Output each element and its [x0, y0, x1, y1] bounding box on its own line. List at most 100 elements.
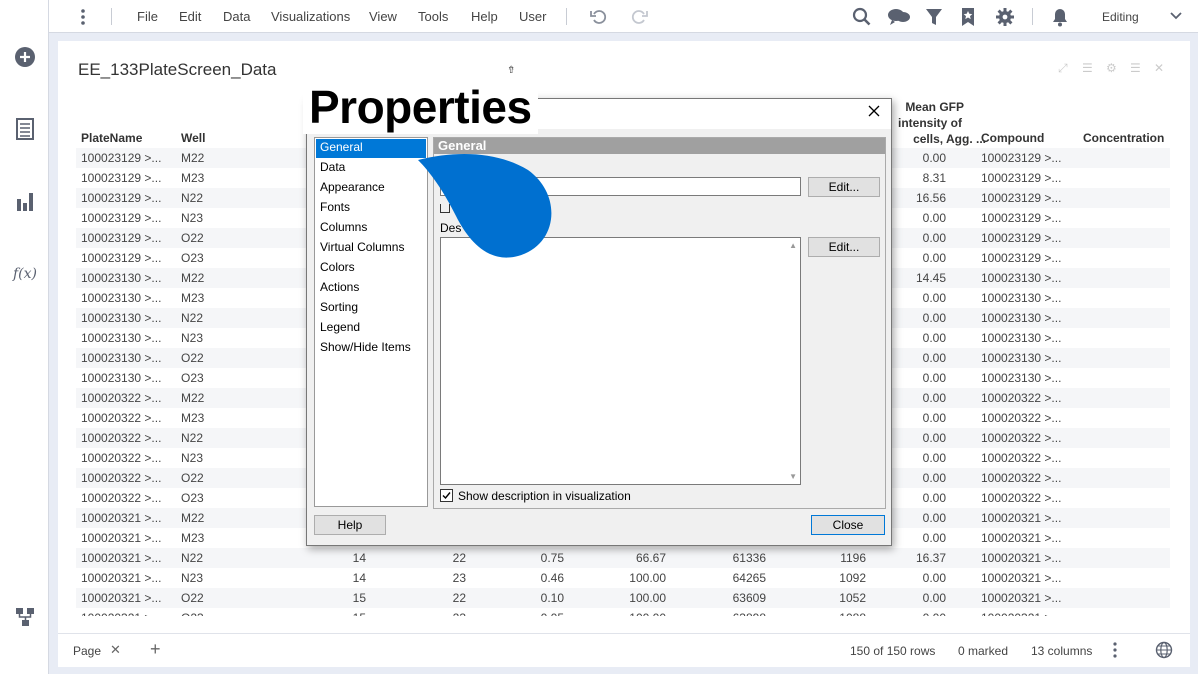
close-tab-icon[interactable]: ✕ [110, 642, 121, 658]
close-button[interactable]: Close [811, 515, 885, 535]
table-cell-c8: 1196 [840, 551, 866, 565]
bar-chart-icon[interactable] [12, 188, 38, 214]
nav-item-colors[interactable]: Colors [316, 259, 426, 278]
redo-icon[interactable] [629, 7, 649, 27]
scroll-up-icon[interactable]: ▲ [789, 241, 797, 250]
table-row[interactable]: 100020321 >... N22 14 22 0.75 66.67 61336 1196 1… [76, 548, 1170, 568]
table-cell-well: O23 [181, 371, 204, 385]
menu-tools[interactable]: Tools [418, 9, 448, 24]
details-icon[interactable]: ☰ [1082, 61, 1093, 75]
table-cell-compound: 100023129 >... [981, 171, 1062, 185]
table-cell-compound: 100023130 >... [981, 311, 1062, 325]
nav-item-sorting[interactable]: Sorting [316, 299, 426, 318]
nav-item-fonts[interactable]: Fonts [316, 199, 426, 218]
add-page-icon[interactable]: + [150, 639, 161, 660]
menu-bar: File Edit Data Visualizations View Tools… [49, 0, 1198, 33]
table-cell-compound: 100020321 >... [981, 571, 1062, 585]
more-vertical-icon[interactable] [73, 7, 93, 27]
table-row[interactable]: 100020321 >... N23 14 23 0.46 100.00 64265 1092… [76, 568, 1170, 588]
table-cell-compound: 100023129 >... [981, 211, 1062, 225]
col-header-compound[interactable]: Compound [981, 131, 1044, 145]
menu-divider [1032, 8, 1033, 25]
table-cell-well: N22 [181, 191, 204, 205]
mode-select[interactable]: Editing [1087, 6, 1187, 28]
table-cell-plate: 100020322 >... [81, 431, 162, 445]
table-cell-compound: 100023130 >... [981, 271, 1062, 285]
table-cell-well: N23 [181, 211, 204, 225]
nav-item-data[interactable]: Data [316, 159, 426, 178]
table-cell-well: N23 [181, 331, 204, 345]
table-cell-c8: 1052 [839, 591, 866, 605]
table-cell-c5: 0.10 [540, 591, 564, 605]
table-cell-well: O22 [181, 471, 204, 485]
bookmark-icon[interactable] [959, 7, 979, 27]
table-row[interactable]: 100020321 >... O22 15 22 0.10 100.00 63609 1052… [76, 588, 1170, 608]
table-cell-plate: 100023130 >... [81, 271, 162, 285]
table-cell-plate: 100020322 >... [81, 411, 162, 425]
table-cell-well: N22 [181, 311, 204, 325]
undo-icon[interactable] [589, 7, 609, 27]
menu-user[interactable]: User [519, 9, 546, 24]
table-cell-compound: 100023129 >... [981, 231, 1062, 245]
table-cell-plate: 100023129 >... [81, 191, 162, 205]
nav-item-columns[interactable]: Columns [316, 219, 426, 238]
table-cell-plate: 100020322 >... [81, 471, 162, 485]
table-cell-compound: 100020322 >... [981, 431, 1062, 445]
table-cell-well: M23 [181, 171, 205, 185]
filter-icon[interactable] [925, 7, 945, 27]
data-flow-icon[interactable] [12, 604, 38, 630]
menu-help[interactable]: Help [471, 9, 498, 24]
table-cell-well: O22 [181, 231, 204, 245]
col-header-well[interactable]: Well [181, 131, 205, 145]
edit-description-button[interactable]: Edit... [808, 237, 880, 257]
table-cell-c7: 63898 [696, 608, 766, 616]
expand-icon[interactable]: ⤢ [1058, 61, 1068, 76]
more-vertical-icon[interactable] [1112, 641, 1118, 662]
add-icon[interactable] [12, 44, 38, 70]
menu-file[interactable]: File [137, 9, 158, 24]
table-cell-c6: 100.00 [596, 608, 666, 616]
data-table-icon[interactable] [12, 116, 38, 142]
globe-icon[interactable] [1155, 641, 1173, 662]
comments-icon[interactable] [887, 7, 910, 27]
table-cell-plate: 100023130 >... [81, 311, 162, 325]
col-header-platename[interactable]: PlateName [81, 131, 142, 145]
table-cell-compound: 100023130 >... [981, 331, 1062, 345]
col-header-concentration[interactable]: Concentration [1083, 131, 1164, 145]
table-cell-c4: 23 [416, 608, 466, 616]
table-row[interactable]: 100020321 >... O23 15 23 0.05 100.00 63898 1088… [76, 608, 1170, 616]
page-tab[interactable]: Page [73, 644, 101, 658]
menu-edit[interactable]: Edit [179, 9, 201, 24]
nav-item-general[interactable]: General [316, 139, 426, 158]
menu-view[interactable]: View [369, 9, 397, 24]
gear-icon[interactable] [995, 7, 1015, 27]
dialog-close-icon[interactable] [867, 104, 881, 121]
table-cell-compound: 100020322 >... [981, 391, 1062, 405]
search-icon[interactable] [852, 7, 872, 27]
column-count: 13 columns [1031, 644, 1093, 658]
table-cell-well: O22 [181, 351, 204, 365]
menu-visualizations[interactable]: Visualizations [271, 9, 350, 24]
edit-title-button[interactable]: Edit... [808, 177, 880, 197]
settings-icon[interactable]: ⚙ [1106, 61, 1117, 75]
table-cell-plate: 100020321 >... [81, 551, 162, 565]
nav-item-virtual-columns[interactable]: Virtual Columns [316, 239, 426, 258]
table-cell-c6: 100.00 [629, 591, 666, 605]
notifications-icon[interactable] [1051, 7, 1071, 27]
close-icon[interactable]: ✕ [1154, 61, 1164, 75]
description-textarea[interactable]: ▲ ▼ [440, 237, 801, 485]
nav-item-legend[interactable]: Legend [316, 319, 426, 338]
nav-item-show-hide-items[interactable]: Show/Hide Items [316, 339, 426, 358]
fx-icon[interactable]: f(x) [12, 261, 38, 287]
list-icon[interactable]: ☰ [1130, 61, 1141, 75]
left-sidebar: f(x) [0, 0, 49, 674]
marked-count: 0 marked [958, 644, 1009, 658]
nav-item-actions[interactable]: Actions [316, 279, 426, 298]
table-cell-plate: 100023130 >... [81, 371, 162, 385]
show-description-checkbox[interactable] [440, 489, 453, 502]
menu-data[interactable]: Data [223, 9, 250, 24]
scroll-down-icon[interactable]: ▼ [789, 472, 797, 481]
nav-item-appearance[interactable]: Appearance [316, 179, 426, 198]
table-cell-compound: 100020322 >... [981, 471, 1062, 485]
help-button[interactable]: Help [314, 515, 386, 535]
